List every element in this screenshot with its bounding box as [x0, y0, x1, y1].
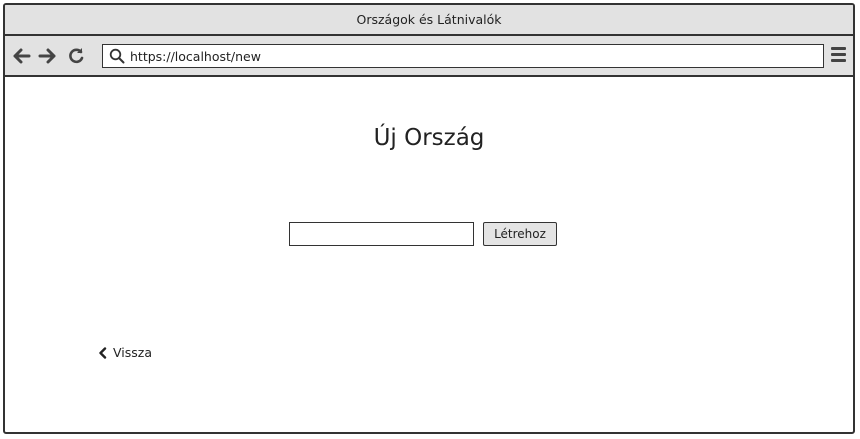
arrow-left-icon [13, 48, 31, 64]
browser-window: Országok és Látnivalók https://localhost… [3, 3, 855, 434]
back-link[interactable]: Vissza [97, 345, 152, 360]
back-button[interactable] [12, 46, 32, 66]
page-title: Új Ország [373, 125, 485, 151]
chevron-left-icon [97, 346, 109, 359]
page-content: Új Ország Létrehoz Vissza [5, 77, 853, 432]
window-title: Országok és Látnivalók [356, 12, 502, 27]
window-titlebar: Országok és Látnivalók [5, 5, 853, 36]
back-link-label: Vissza [113, 345, 152, 360]
hamburger-menu-icon[interactable] [831, 47, 849, 65]
search-icon [107, 46, 127, 66]
browser-toolbar: https://localhost/new [5, 36, 853, 77]
reload-icon [69, 48, 84, 64]
country-name-input[interactable] [289, 222, 474, 246]
reload-button[interactable] [66, 46, 86, 66]
create-button[interactable]: Létrehoz [483, 222, 557, 246]
forward-button[interactable] [37, 46, 57, 66]
address-bar[interactable]: https://localhost/new [102, 44, 824, 68]
url-text: https://localhost/new [130, 48, 261, 64]
arrow-right-icon [38, 48, 56, 64]
